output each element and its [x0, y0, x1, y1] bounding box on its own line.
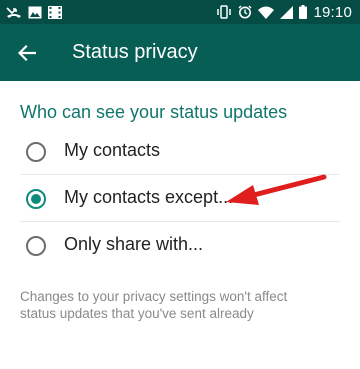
arrow-back-icon [18, 44, 36, 62]
status-bar-left [6, 0, 68, 24]
status-bar: 19:10 [0, 0, 360, 24]
option-label: Only share with... [64, 234, 204, 254]
video-icon [48, 5, 62, 19]
radio-dot [31, 194, 41, 204]
signal-icon [280, 5, 294, 19]
back-button[interactable] [10, 36, 44, 70]
annotation-arrow-icon [226, 174, 327, 205]
privacy-note: Changes to your privacy settings won't a… [20, 289, 288, 321]
alarm-icon [238, 5, 252, 19]
battery-icon [299, 5, 308, 19]
option-only-share-with[interactable]: Only share with... [0, 222, 360, 268]
radio-button-unchecked[interactable] [26, 236, 46, 256]
status-bar-time: 19:10 [313, 3, 352, 21]
radio-button-unchecked[interactable] [26, 142, 46, 162]
app-bar: Status privacy [0, 24, 360, 81]
vibrate-icon [217, 5, 232, 19]
radio-button-checked[interactable] [26, 189, 46, 209]
missed-call-icon [6, 7, 21, 18]
image-icon [28, 6, 42, 18]
page-title: Status privacy [72, 41, 198, 63]
option-label: My contacts [64, 140, 161, 160]
status-bar-right: 19:10 [210, 0, 352, 24]
section-header: Who can see your status updates [20, 102, 288, 122]
option-my-contacts[interactable]: My contacts [0, 128, 360, 174]
option-label: My contacts except... [64, 187, 234, 207]
wifi-icon [258, 6, 275, 19]
